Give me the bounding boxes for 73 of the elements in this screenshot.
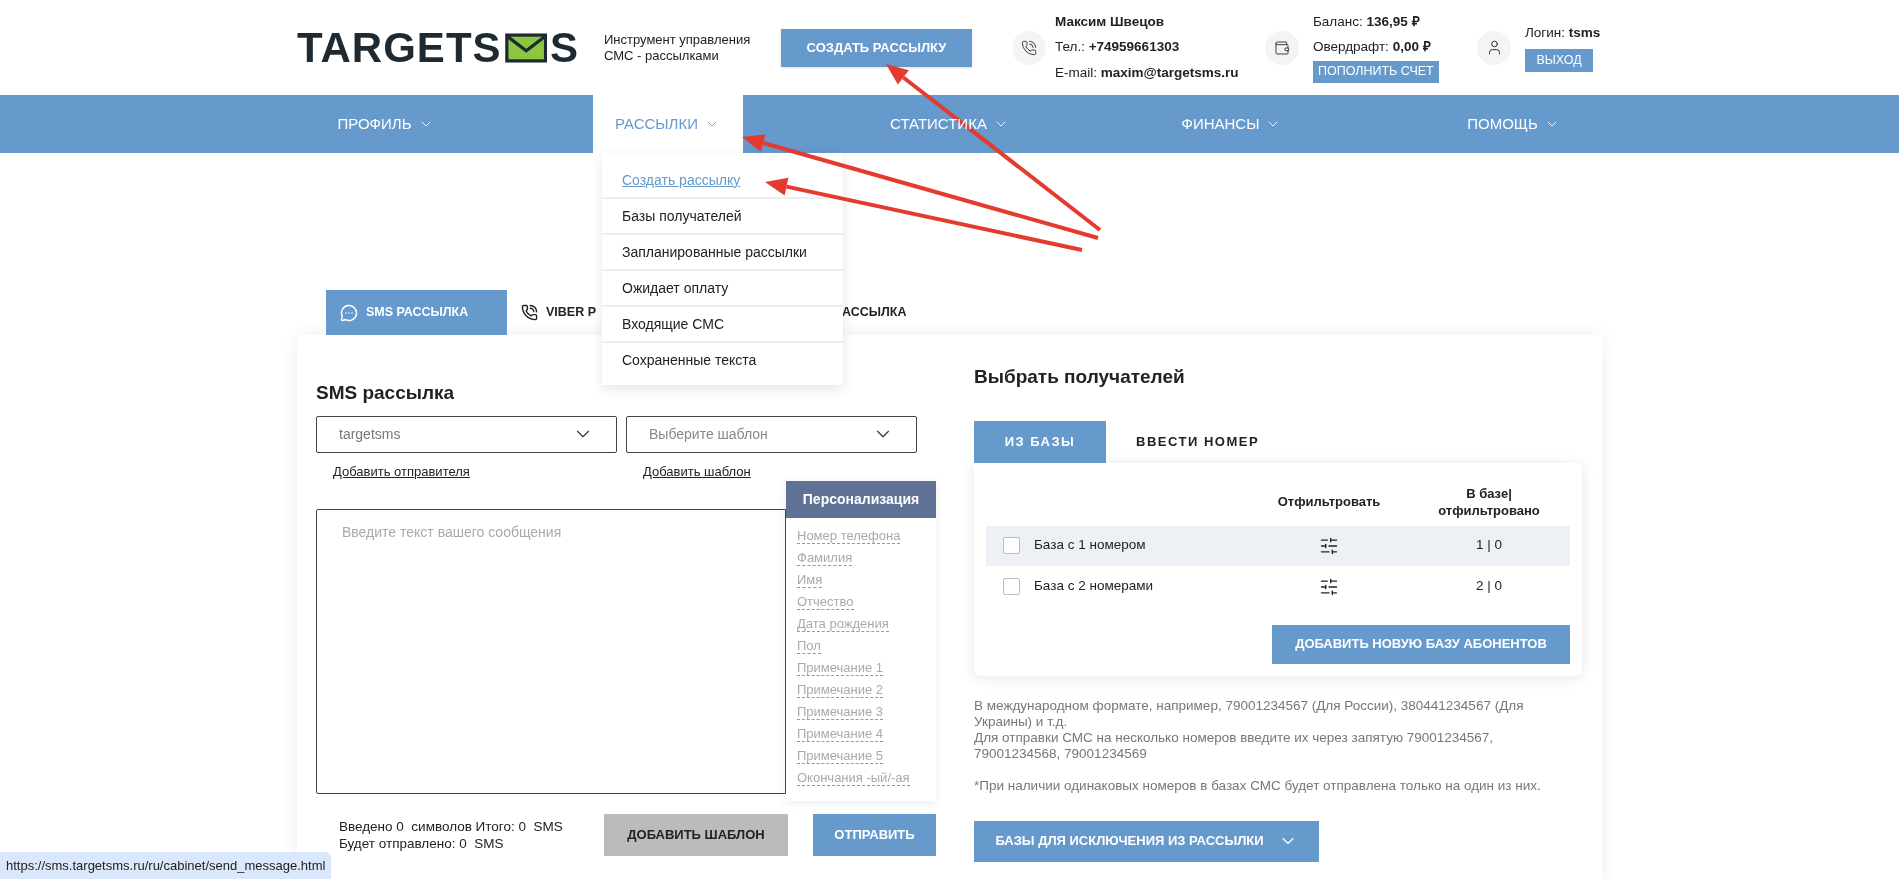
menu-item[interactable]: Запланированные рассылки <box>602 235 843 269</box>
personalization-tag[interactable]: Имя <box>797 572 823 588</box>
personalization-tag[interactable]: Отчество <box>797 594 854 610</box>
overdraft-text: Овердрафт: 0,00 ₽ <box>1313 37 1431 56</box>
tagline: Инструмент управления СМС - рассылками <box>604 31 752 64</box>
base-count: 1 | 0 <box>1475 536 1503 555</box>
personalization-tag[interactable]: Фамилия <box>797 550 853 566</box>
note-text: В международном формате, например, 79001234567 (Для России), 380441234567 (Для Украины) и т.д. <box>974 697 1525 730</box>
message-input[interactable]: Введите текст вашего сообщения <box>316 509 786 794</box>
menu-item[interactable]: Ожидает оплату <box>602 271 843 305</box>
chat-icon <box>340 303 358 322</box>
envelope-logo-icon <box>504 30 547 65</box>
column-header: Отфильтровать <box>1276 492 1382 511</box>
personalization-tag[interactable]: Пол <box>797 638 821 654</box>
counter-text: Введено 0 символов Итого: 0 SMS <box>339 818 564 835</box>
recipient-tab[interactable]: ИЗ БАЗЫ <box>974 420 1106 463</box>
section-title: Выбрать получателей <box>974 365 1186 389</box>
wallet-icon <box>1265 30 1299 65</box>
nav-item[interactable]: ПРОФИЛЬ <box>310 95 461 153</box>
logo-text: S <box>550 26 579 69</box>
counter-text: Будет отправлено: 0 SMS <box>339 835 505 852</box>
create-campaign-button[interactable]: СОЗДАТЬ РАССЫЛКУ <box>781 28 972 67</box>
filter-icon[interactable] <box>1319 576 1339 597</box>
nav-item[interactable]: РАССЫЛКИ <box>592 95 743 153</box>
channel-tab[interactable]: SMS РАССЫЛКА <box>326 290 507 335</box>
email-text: E-mail: maxim@targetsms.ru <box>1055 63 1240 82</box>
logo-text: TARGETS <box>297 26 502 69</box>
base-count: 2 | 0 <box>1475 577 1503 596</box>
add-base-button[interactable]: ДОБАВИТЬ НОВУЮ БАЗУ АБОНЕНТОВ <box>1272 624 1570 664</box>
base-name: База с 1 номером <box>1034 536 1147 555</box>
column-header: В базе| отфильтровано <box>1437 484 1541 519</box>
personalization-tag[interactable]: Номер телефона <box>797 528 901 544</box>
personalization-tag[interactable]: Примечание 5 <box>797 748 884 764</box>
user-icon <box>1477 30 1511 65</box>
phone-icon <box>521 304 538 321</box>
add-sender-link[interactable]: Добавить отправителя <box>333 463 470 479</box>
personalization-tag[interactable]: Дата рождения <box>797 616 889 632</box>
send-button[interactable]: ОТПРАВИТЬ <box>813 814 936 856</box>
filter-icon[interactable] <box>1319 535 1339 556</box>
personalization-tag[interactable]: Примечание 2 <box>797 682 884 698</box>
add-template-button[interactable]: ДОБАВИТЬ ШАБЛОН <box>604 814 788 856</box>
personalization-tag[interactable]: Примечание 4 <box>797 726 884 742</box>
checkbox[interactable] <box>1003 537 1020 554</box>
nav-item[interactable]: ПОМОЩЬ <box>1438 95 1589 153</box>
checkbox[interactable] <box>1003 578 1020 595</box>
menu-item[interactable]: Входящие СМС <box>602 307 843 341</box>
phone-text: Тел.: +74959661303 <box>1055 38 1181 57</box>
personalization-header: Персонализация <box>786 481 936 518</box>
section-title: SMS рассылка <box>316 381 456 405</box>
personalization-tag[interactable]: Примечание 1 <box>797 660 884 676</box>
exclude-bases-button[interactable]: БАЗЫ ДЛЯ ИСКЛЮЧЕНИЯ ИЗ РАССЫЛКИ <box>974 820 1319 862</box>
nav-item[interactable]: ФИНАНСЫ <box>1156 95 1307 153</box>
phone-icon <box>1012 30 1046 65</box>
user-name: Максим Швецов <box>1055 13 1166 32</box>
recipient-tab[interactable]: ВВЕСТИ НОМЕР <box>1106 420 1290 463</box>
template-select[interactable]: Выберите шаблон <box>626 415 917 453</box>
menu-item[interactable]: Сохраненные текста <box>602 343 843 377</box>
base-name: База с 2 номерами <box>1034 577 1154 596</box>
table-row[interactable]: База с 1 номером 1 | 0 <box>986 525 1570 566</box>
balance-text: Баланс: 136,95 ₽ <box>1313 13 1420 32</box>
menu-item[interactable]: Базы получателей <box>602 199 843 233</box>
channel-tab[interactable]: VIBER Р <box>507 290 596 335</box>
footnote-text: *При наличии одинаковых номеров в базах СМС будет отправлена только на один из них. <box>974 777 1542 794</box>
logout-button[interactable]: ВЫХОД <box>1525 48 1593 72</box>
sender-select[interactable]: targetsms <box>316 415 617 453</box>
add-template-link[interactable]: Добавить шаблон <box>643 463 751 479</box>
status-url: https://sms.targetsms.ru/ru/cabinet/send_message.html <box>0 852 332 879</box>
menu-item[interactable]: Создать рассылку <box>602 163 843 197</box>
personalization-tag[interactable]: Примечание 3 <box>797 704 884 720</box>
top-up-button[interactable]: ПОПОЛНИТЬ СЧЕТ <box>1313 60 1439 83</box>
personalization-tag[interactable]: Окончания -ый/-ая <box>797 770 910 786</box>
note-text: Для отправки СМС на несколько номеров введите их через запятую 79001234567, 79001234568, 79001234569 <box>974 729 1495 762</box>
login-text: Логин: tsms <box>1525 24 1601 43</box>
